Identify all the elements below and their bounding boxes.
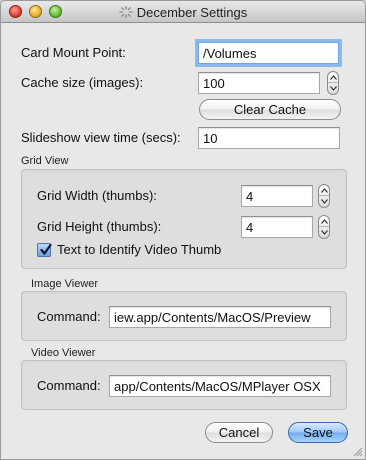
video-command-label: Command:	[37, 378, 101, 393]
grid-view-title: Grid View	[21, 155, 69, 167]
slideshow-value: 10	[203, 131, 218, 146]
grid-height-field[interactable]: 4	[241, 216, 313, 238]
chevron-up-icon[interactable]	[319, 185, 329, 196]
clear-cache-button[interactable]: Clear Cache	[199, 99, 341, 120]
gear-icon	[119, 5, 133, 19]
cache-size-field[interactable]: 100	[198, 72, 320, 94]
video-thumb-label[interactable]: Text to Identify Video Thumb	[57, 242, 221, 257]
chevron-down-icon[interactable]	[319, 227, 329, 238]
grid-width-label: Grid Width (thumbs):	[37, 188, 157, 203]
video-thumb-checkbox[interactable]	[37, 243, 52, 257]
grid-width-field[interactable]: 4	[241, 185, 313, 207]
window-title-wrap: December Settings	[1, 5, 365, 20]
grid-height-stepper[interactable]	[318, 215, 330, 239]
chevron-down-icon[interactable]	[319, 196, 329, 207]
checkmark-icon	[40, 243, 52, 255]
video-command-value: app/Contents/MacOS/MPlayer OSX	[114, 379, 321, 394]
video-command-field[interactable]: app/Contents/MacOS/MPlayer OSX	[109, 375, 331, 397]
settings-window: December Settings Card Mount Point: /Vol…	[0, 0, 366, 460]
cache-size-value: 100	[203, 76, 225, 91]
cache-size-stepper[interactable]	[327, 71, 339, 95]
grid-height-label: Grid Height (thumbs):	[37, 219, 162, 234]
card-mount-label: Card Mount Point:	[21, 45, 126, 60]
resize-grip-icon[interactable]	[351, 445, 363, 457]
chevron-up-icon[interactable]	[328, 72, 338, 83]
grid-width-stepper[interactable]	[318, 184, 330, 208]
cancel-button[interactable]: Cancel	[205, 422, 273, 443]
cache-size-label: Cache size (images):	[21, 75, 144, 90]
chevron-down-icon[interactable]	[328, 83, 338, 94]
video-viewer-title: Video Viewer	[31, 347, 96, 359]
image-viewer-title: Image Viewer	[31, 278, 99, 290]
slideshow-field[interactable]: 10	[198, 127, 340, 149]
grid-height-value: 4	[246, 220, 254, 235]
slideshow-label: Slideshow view time (secs):	[21, 130, 181, 145]
image-command-field[interactable]: iew.app/Contents/MacOS/Preview	[109, 306, 331, 328]
image-command-value: iew.app/Contents/MacOS/Preview	[114, 310, 311, 325]
card-mount-field[interactable]: /Volumes	[198, 42, 339, 64]
chevron-up-icon[interactable]	[319, 216, 329, 227]
card-mount-value: /Volumes	[203, 46, 257, 61]
image-command-label: Command:	[37, 309, 101, 324]
grid-width-value: 4	[246, 189, 254, 204]
title-bar[interactable]: December Settings	[1, 1, 365, 23]
save-button[interactable]: Save	[288, 422, 348, 443]
window-title: December Settings	[136, 5, 248, 20]
